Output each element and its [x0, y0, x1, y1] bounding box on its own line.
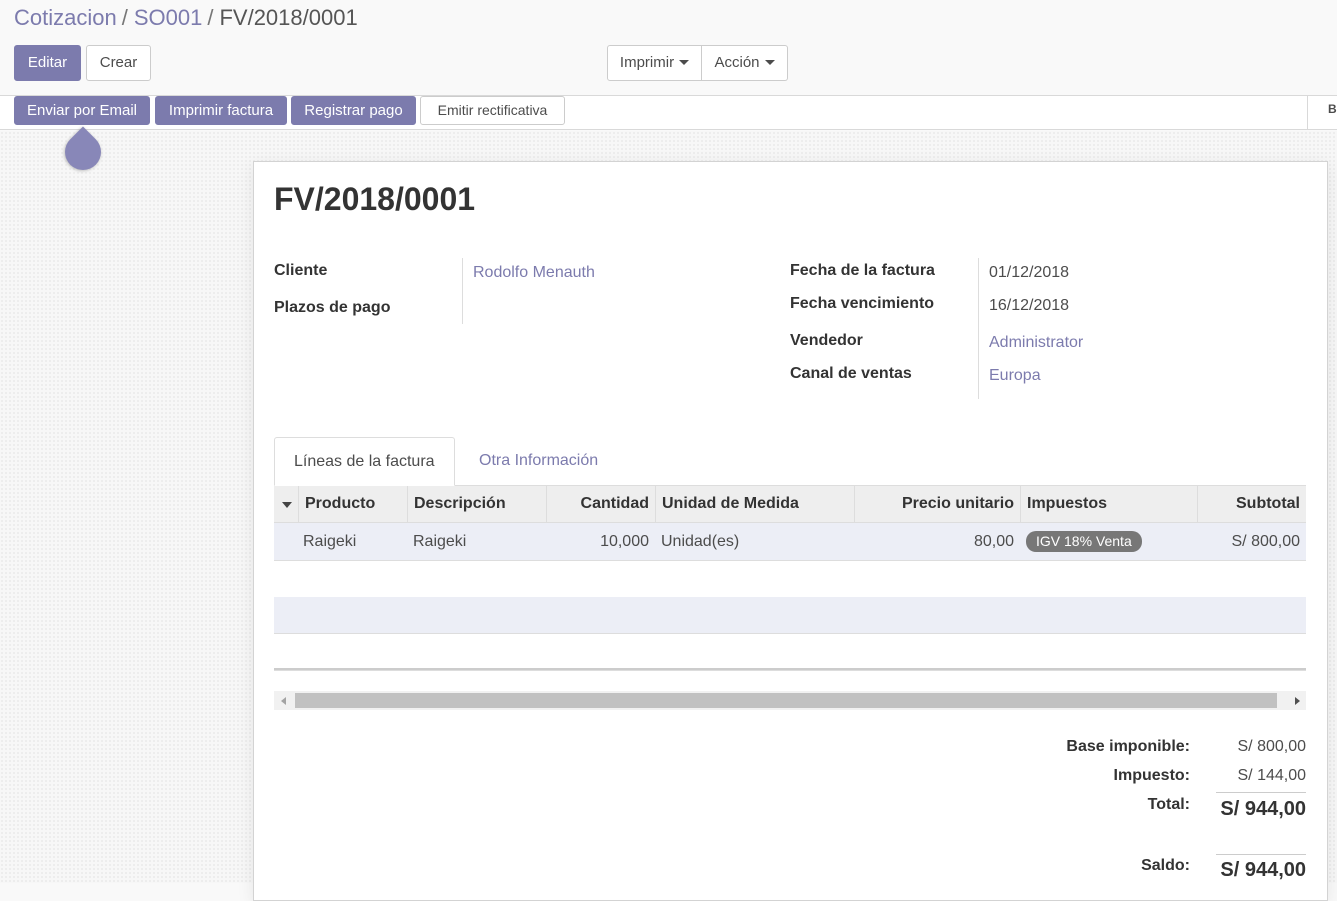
statusbar[interactable]: B: [1307, 96, 1337, 129]
tax-badge: IGV 18% Venta: [1026, 531, 1142, 553]
print-dropdown-label: Imprimir: [619, 54, 675, 71]
column-header-description[interactable]: Descripción: [407, 486, 547, 523]
table-footer: [274, 670, 1306, 678]
invoice-sheet: FV/2018/0001 Cliente Rodolfo Menauth Pla…: [253, 161, 1328, 901]
column-header-product[interactable]: Producto: [298, 486, 408, 523]
total-value: S/ 944,00: [1220, 798, 1306, 820]
payment-terms-label: Plazos de pago: [274, 299, 391, 316]
column-header-taxes[interactable]: Impuestos: [1020, 486, 1197, 523]
breadcrumb-item-so001[interactable]: SO001: [134, 5, 203, 30]
form-header: Enviar por Email Imprimir factura Regist…: [0, 96, 1337, 130]
due-date-label: Fecha vencimiento: [790, 295, 935, 312]
column-header-unit-price[interactable]: Precio unitario: [854, 486, 1020, 523]
sort-handle-column[interactable]: [274, 486, 298, 523]
breadcrumb-current: FV/2018/0001: [219, 5, 358, 30]
tax-amount-value: S/ 144,00: [1237, 767, 1307, 784]
cell-description: Raigeki: [413, 533, 467, 550]
customer-field[interactable]: Rodolfo Menauth: [473, 264, 595, 282]
table-row[interactable]: Raigeki Raigeki 10,000 Unidad(es) 80,00 …: [274, 523, 1306, 561]
residual-label: Saldo:: [1141, 857, 1190, 874]
statusbar-partial-label: B: [1328, 102, 1337, 116]
residual-value: S/ 944,00: [1220, 859, 1306, 881]
caret-down-icon: [679, 60, 690, 65]
totals-divider: [1216, 854, 1306, 855]
refund-button[interactable]: Emitir rectificativa: [420, 96, 565, 125]
tab-other-info[interactable]: Otra Información: [460, 437, 617, 486]
empty-row: [274, 561, 1306, 599]
table-header: Producto Descripción Cantidad Unidad de …: [274, 486, 1306, 523]
caret-down-icon: [764, 60, 775, 65]
caret-down-icon: [282, 502, 292, 508]
scroll-right-icon[interactable]: [1295, 697, 1300, 705]
breadcrumb: Cotizacion / SO001/FV/2018/0001: [14, 4, 358, 32]
cell-uom: Unidad(es): [661, 533, 740, 550]
field-divider: [462, 258, 463, 324]
tab-invoice-lines[interactable]: Líneas de la factura: [274, 437, 455, 486]
action-dropdown-label: Acción: [714, 54, 760, 71]
cell-subtotal: S/ 800,00: [1231, 533, 1301, 550]
column-header-uom[interactable]: Unidad de Medida: [655, 486, 855, 523]
salesperson-label: Vendedor: [790, 332, 863, 349]
field-divider: [978, 258, 979, 399]
control-panel: Cotizacion / SO001/FV/2018/0001 Editar Cre…: [0, 0, 1337, 96]
salesperson-field[interactable]: Administrator: [989, 334, 1083, 352]
edit-button[interactable]: Editar: [14, 45, 81, 81]
invoice-number: FV/2018/0001: [274, 181, 476, 217]
breadcrumb-separator: /: [207, 5, 214, 30]
total-label: Total:: [1147, 796, 1190, 813]
print-invoice-button[interactable]: Imprimir factura: [155, 96, 287, 125]
register-payment-button[interactable]: Registrar pago: [291, 96, 416, 125]
customer-label: Cliente: [274, 262, 328, 279]
tax-amount-label: Impuesto:: [1113, 767, 1190, 784]
untaxed-amount-value: S/ 800,00: [1237, 738, 1307, 755]
scroll-left-icon[interactable]: [281, 697, 286, 705]
invoice-date-label: Fecha de la factura: [790, 262, 935, 279]
untaxed-amount-label: Base imponible:: [1066, 738, 1190, 755]
print-dropdown-button[interactable]: Imprimir: [607, 45, 702, 81]
breadcrumb-separator: /: [121, 5, 128, 30]
horizontal-scrollbar[interactable]: [274, 691, 1306, 710]
sales-channel-label: Canal de ventas: [790, 365, 912, 382]
column-header-quantity[interactable]: Cantidad: [546, 486, 655, 523]
cell-product: Raigeki: [303, 533, 357, 550]
send-email-button[interactable]: Enviar por Email: [14, 96, 150, 125]
create-button[interactable]: Crear: [86, 45, 151, 81]
column-header-subtotal[interactable]: Subtotal: [1197, 486, 1306, 523]
scrollbar-thumb[interactable]: [295, 693, 1277, 708]
due-date-field[interactable]: 16/12/2018: [989, 297, 1069, 315]
empty-row: [274, 597, 1306, 634]
action-dropdown-button[interactable]: Acción: [702, 45, 788, 81]
cell-taxes: IGV 18% Venta: [1026, 523, 1142, 561]
cell-unit-price: 80,00: [973, 533, 1014, 550]
sales-channel-field[interactable]: Europa: [989, 367, 1041, 385]
totals-divider: [1216, 792, 1306, 793]
cell-quantity: 10,000: [600, 533, 649, 550]
invoice-date-field[interactable]: 01/12/2018: [989, 264, 1069, 282]
breadcrumb-item-cotizacion[interactable]: Cotizacion: [14, 5, 117, 30]
empty-row: [274, 634, 1306, 670]
